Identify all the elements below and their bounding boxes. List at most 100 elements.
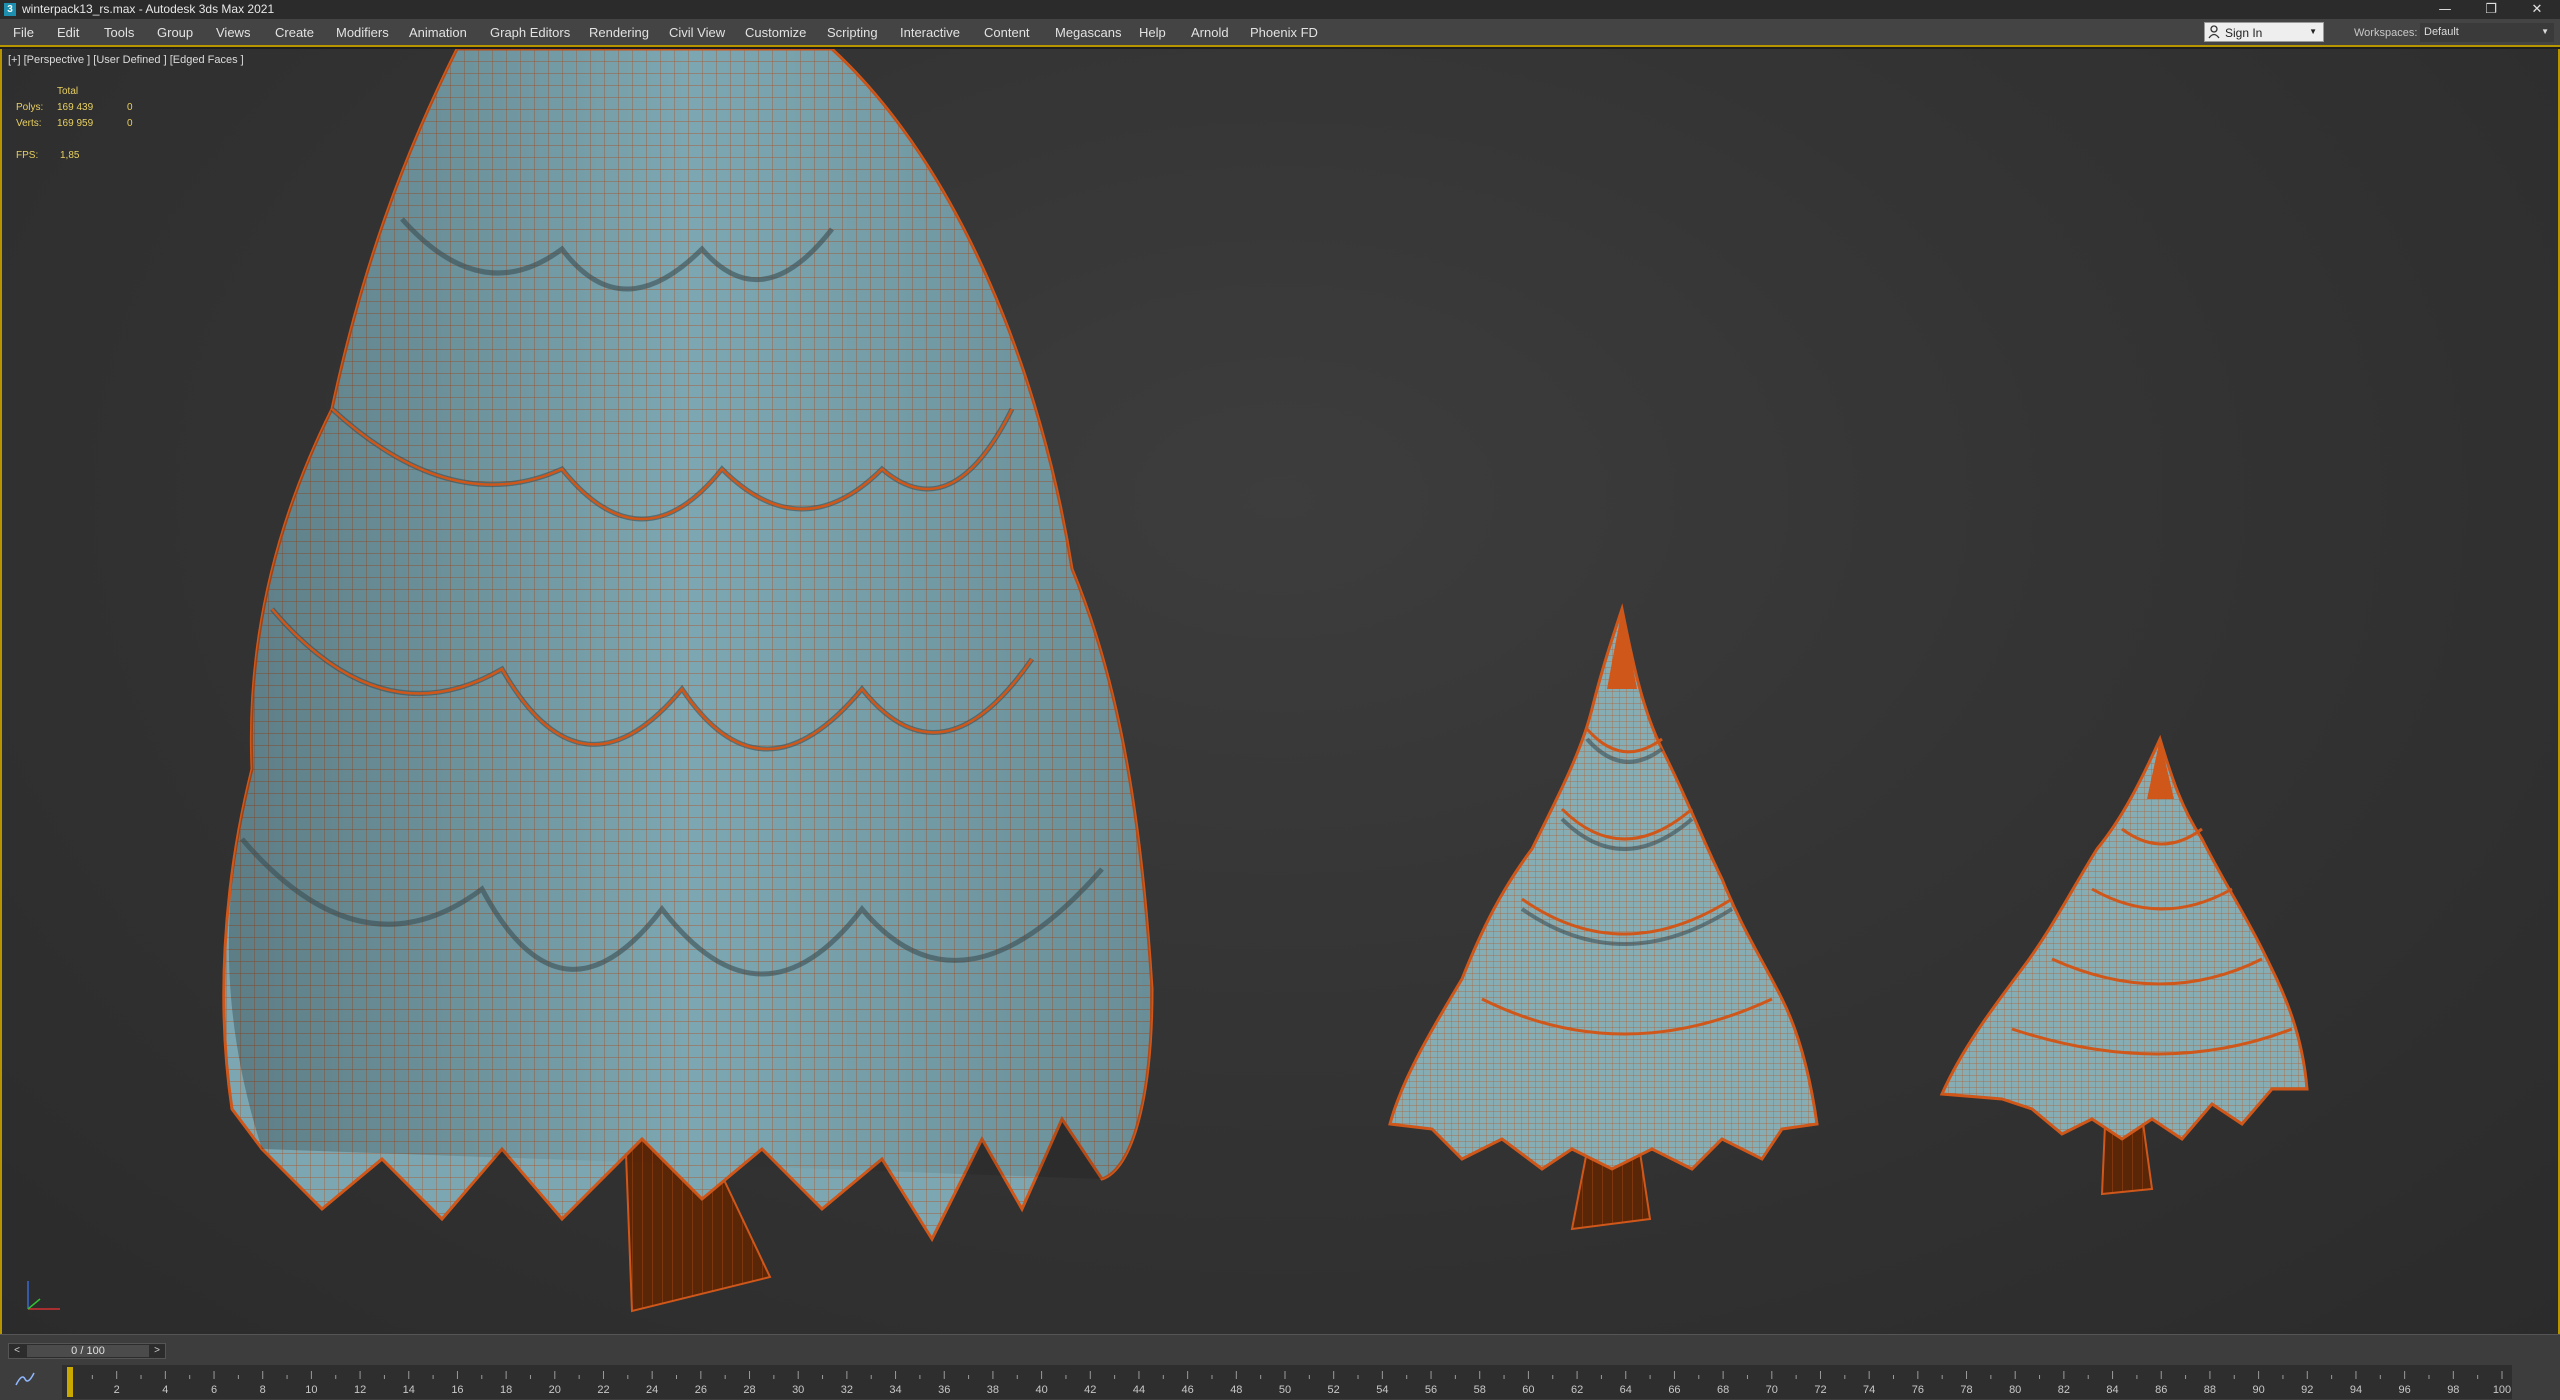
sign-in-dropdown[interactable]: Sign In ▼	[2204, 22, 2324, 42]
fps-label: FPS:	[16, 150, 39, 161]
timeline-tick-label: 6	[211, 1384, 217, 1396]
timeline-tick-label: 76	[1912, 1384, 1924, 1396]
menu-customize[interactable]: Customize	[745, 25, 806, 40]
timeline-tick-label: 18	[500, 1384, 512, 1396]
timeline-tick-label: 92	[2301, 1384, 2313, 1396]
menu-edit[interactable]: Edit	[57, 25, 79, 40]
timeline-tick-label: 70	[1766, 1384, 1778, 1396]
perspective-viewport[interactable]: [+] [Perspective ] [User Defined ] [Edge…	[0, 49, 2560, 1334]
timeline-tick-label: 2	[114, 1384, 120, 1396]
timeline-tick-label: 90	[2252, 1384, 2264, 1396]
track-bar[interactable]: 2 4 6 8 10 12 14 16 18 20 22 24 26 28 30 32 34 36 38 40 42 44…	[62, 1365, 2512, 1399]
timeline-tick-label: 88	[2204, 1384, 2216, 1396]
user-icon	[2208, 25, 2220, 42]
menu-arnold[interactable]: Arnold	[1191, 25, 1229, 40]
polys-selected: 0	[127, 102, 133, 113]
menu-civil-view[interactable]: Civil View	[669, 25, 725, 40]
fps-value: 1,85	[60, 150, 80, 161]
timeline-tick-label: 38	[987, 1384, 999, 1396]
menu-group[interactable]: Group	[157, 25, 193, 40]
timeline-tick-label: 20	[549, 1384, 561, 1396]
menu-megascans[interactable]: Megascans	[1055, 25, 1121, 40]
timeline-tick-label: 52	[1328, 1384, 1340, 1396]
next-frame-button[interactable]: >	[149, 1344, 165, 1358]
timeline-tick-label: 48	[1230, 1384, 1242, 1396]
stats-header: Total	[57, 86, 79, 97]
medium-pine-tree[interactable]	[1388, 603, 1819, 1231]
timeline-tick-label: 72	[1814, 1384, 1826, 1396]
menu-file[interactable]: File	[13, 25, 34, 40]
timeline-tick-label: 64	[1620, 1384, 1632, 1396]
timeline-tick-label: 82	[2058, 1384, 2070, 1396]
menu-help[interactable]: Help	[1139, 25, 1166, 40]
timeline-tick-label: 16	[451, 1384, 463, 1396]
timeline-tick-label: 30	[792, 1384, 804, 1396]
current-frame-marker[interactable]	[67, 1367, 73, 1397]
timeline-tick-label: 40	[1035, 1384, 1047, 1396]
menu-modifiers[interactable]: Modifiers	[336, 25, 389, 40]
timeline-tick-label: 46	[1182, 1384, 1194, 1396]
viewport-label[interactable]: [+] [Perspective ] [User Defined ] [Edge…	[8, 54, 244, 66]
window-title: winterpack13_rs.max - Autodesk 3ds Max 2…	[22, 2, 275, 16]
timeline-tick-label: 100	[2493, 1384, 2511, 1396]
minimize-icon[interactable]: —	[2422, 0, 2468, 19]
timeline-tick-label: 34	[889, 1384, 901, 1396]
timeline-panel: < 0 / 100 > 2 4 6 8 10 12 14 16 18 20 22 24 26 28 30 32…	[0, 1334, 2560, 1400]
axis-tripod-icon	[27, 1281, 60, 1310]
timeline-tick-label: 80	[2009, 1384, 2021, 1396]
timeline-tick-label: 8	[260, 1384, 266, 1396]
timeline-tick-label: 96	[2399, 1384, 2411, 1396]
menu-animation[interactable]: Animation	[409, 25, 467, 40]
menu-views[interactable]: Views	[216, 25, 250, 40]
timeline-tick-label: 94	[2350, 1384, 2362, 1396]
chevron-down-icon: ▼	[2541, 27, 2549, 36]
restore-icon[interactable]: ❐	[2468, 0, 2514, 19]
prev-frame-button[interactable]: <	[9, 1344, 25, 1358]
timeline-tick-label: 50	[1279, 1384, 1291, 1396]
timeline-tick-label: 14	[403, 1384, 415, 1396]
timeline-tick-label: 86	[2155, 1384, 2167, 1396]
timeline-tick-label: 42	[1084, 1384, 1096, 1396]
menu-tools[interactable]: Tools	[104, 25, 134, 40]
timeline-tick-label: 74	[1863, 1384, 1875, 1396]
time-slider-thumb[interactable]: 0 / 100	[27, 1345, 149, 1357]
polys-label: Polys:	[16, 102, 44, 113]
curve-editor-icon[interactable]	[14, 1371, 42, 1391]
menu-content[interactable]: Content	[984, 25, 1030, 40]
timeline-tick-label: 36	[938, 1384, 950, 1396]
timeline-tick-label: 28	[743, 1384, 755, 1396]
menu-graph-editors[interactable]: Graph Editors	[490, 25, 570, 40]
workspaces-label: Workspaces:	[2354, 27, 2418, 39]
menu-scripting[interactable]: Scripting	[827, 25, 878, 40]
timeline-tick-label: 56	[1425, 1384, 1437, 1396]
close-icon[interactable]: ✕	[2514, 0, 2560, 19]
sign-in-label: Sign In	[2225, 26, 2263, 40]
timeline-tick-label: 44	[1133, 1384, 1145, 1396]
menu-interactive[interactable]: Interactive	[900, 25, 960, 40]
timeline-tick-label: 32	[841, 1384, 853, 1396]
large-pine-tree[interactable]	[222, 49, 1154, 1313]
polys-value: 169 439	[57, 102, 94, 113]
menu-phoenix-fd[interactable]: Phoenix FD	[1250, 25, 1318, 40]
workspaces-dropdown[interactable]: Default ▼	[2420, 23, 2554, 42]
time-slider-value: 0 / 100	[71, 1345, 105, 1357]
timeline-tick-label: 10	[305, 1384, 317, 1396]
chevron-down-icon: ▼	[2309, 27, 2317, 36]
timeline-tick-label: 26	[695, 1384, 707, 1396]
workspaces-value: Default	[2424, 26, 2459, 38]
timeline-tick-label: 60	[1522, 1384, 1534, 1396]
verts-label: Verts:	[16, 118, 42, 129]
3dsmax-app-icon[interactable]: 3	[4, 3, 16, 16]
time-slider[interactable]: < 0 / 100 >	[8, 1343, 166, 1359]
verts-selected: 0	[127, 118, 133, 129]
timeline-tick-label: 24	[646, 1384, 658, 1396]
menu-create[interactable]: Create	[275, 25, 314, 40]
timeline-tick-label: 22	[597, 1384, 609, 1396]
timeline-tick-label: 54	[1376, 1384, 1388, 1396]
track-bar-ruler: 2 4 6 8 10 12 14 16 18 20 22 24 26 28 30 32 34 36 38 40 42 44…	[67, 1367, 2511, 1397]
small-pine-tree[interactable]	[1939, 734, 2309, 1196]
timeline-tick-label: 12	[354, 1384, 366, 1396]
title-bar: 3 winterpack13_rs.max - Autodesk 3ds Max…	[0, 0, 2560, 19]
menu-rendering[interactable]: Rendering	[589, 25, 649, 40]
timeline-tick-label: 68	[1717, 1384, 1729, 1396]
